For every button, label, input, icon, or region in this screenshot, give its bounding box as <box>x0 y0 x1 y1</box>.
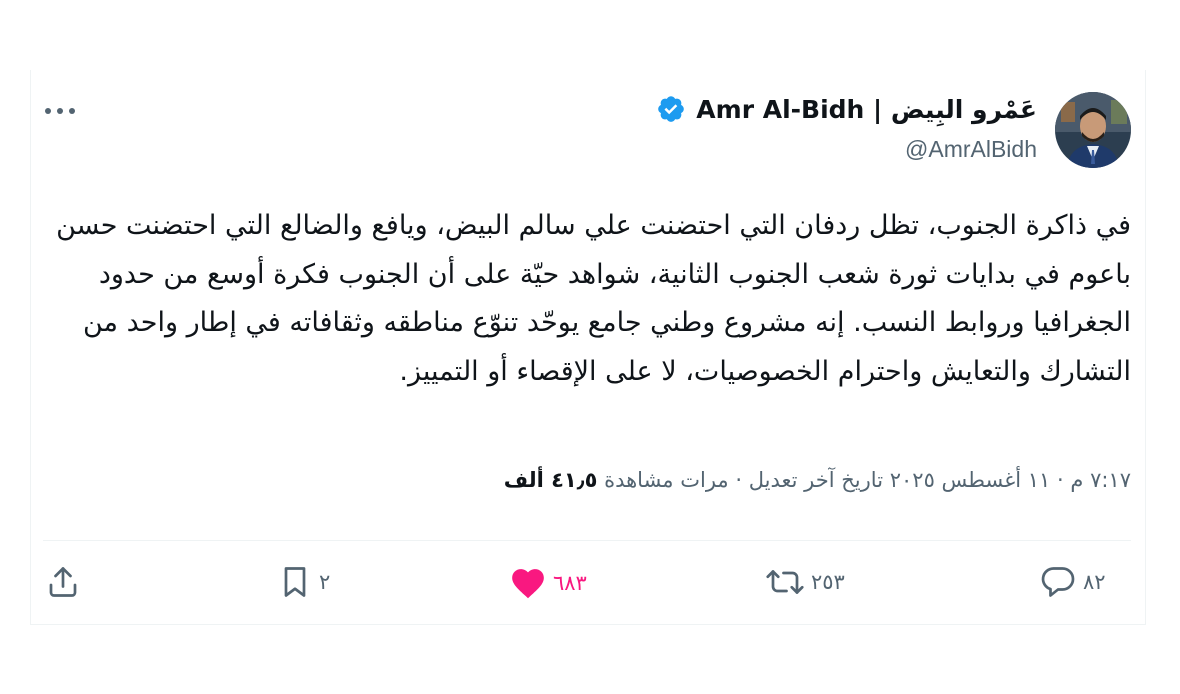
views-label: مرات مشاهدة <box>604 468 729 492</box>
display-name[interactable]: عَمْرو البِيض | Amr Al-Bidh <box>696 95 1037 124</box>
avatar[interactable] <box>1055 92 1131 168</box>
author-name-row[interactable]: عَمْرو البِيض | Amr Al-Bidh <box>656 94 1037 124</box>
verified-badge-icon <box>656 94 686 124</box>
share-icon <box>45 564 81 600</box>
reply-count: ٨٢ <box>1083 570 1106 594</box>
author-handle[interactable]: @AmrAlBidh <box>905 136 1037 163</box>
tweet-time[interactable]: ٧:١٧ م <box>1070 468 1131 492</box>
share-button[interactable] <box>45 564 81 600</box>
like-count: ٦٨٣ <box>553 571 587 595</box>
views-count: ٤١٫٥ ألف <box>503 468 598 492</box>
reply-icon <box>1039 564 1077 600</box>
edited-label[interactable]: تاريخ آخر تعديل <box>749 468 883 492</box>
repost-button[interactable]: ٢٥٣ <box>765 564 845 600</box>
meta-separator: · <box>735 468 743 492</box>
repost-count: ٢٥٣ <box>811 570 845 594</box>
tweet-card: عَمْرو البِيض | Amr Al-Bidh @AmrAlBidh ف… <box>30 70 1146 625</box>
tweet-text: في ذاكرة الجنوب، تظل ردفان التي احتضنت ع… <box>56 210 1131 387</box>
action-bar: ٢ ٦٨٣ ٢٥٣ ٨٢ <box>31 564 1145 610</box>
more-icon[interactable] <box>43 98 77 118</box>
card-bottom-border <box>30 624 1146 625</box>
repost-icon <box>765 564 805 600</box>
bookmark-icon <box>277 564 313 600</box>
meta-separator: · <box>1057 468 1064 492</box>
tweet-date[interactable]: ١١ أغسطس ٢٠٢٥ <box>890 468 1051 492</box>
reply-button[interactable]: ٨٢ <box>1039 564 1106 600</box>
divider <box>43 540 1131 541</box>
heart-icon <box>509 564 547 602</box>
bookmark-button[interactable]: ٢ <box>277 564 330 600</box>
like-button[interactable]: ٦٨٣ <box>509 564 587 602</box>
tweet-meta: ٧:١٧ م · ١١ أغسطس ٢٠٢٥ تاريخ آخر تعديل ·… <box>504 468 1131 492</box>
bookmark-count: ٢ <box>319 570 331 594</box>
